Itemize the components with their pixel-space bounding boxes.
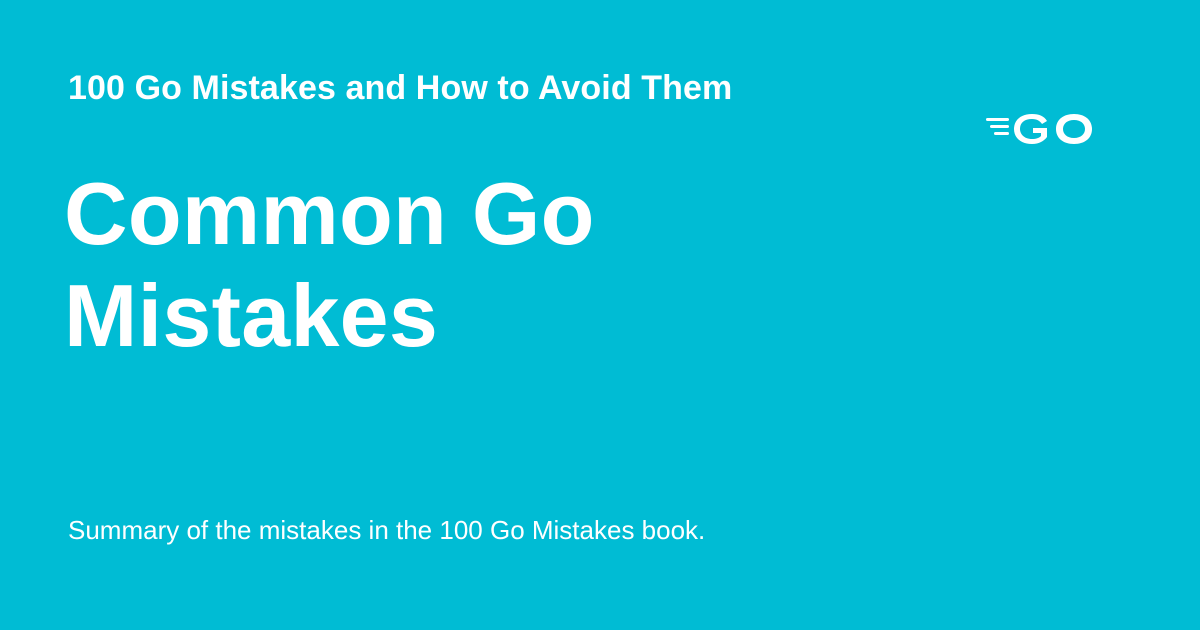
site-name: 100 Go Mistakes and How to Avoid Them [68, 69, 733, 107]
go-logo-icon [986, 114, 1092, 144]
page-title: Common Go Mistakes [64, 164, 595, 365]
page-description: Summary of the mistakes in the 100 Go Mi… [68, 515, 706, 545]
social-card: 100 Go Mistakes and How to Avoid Them Co… [0, 0, 1200, 630]
